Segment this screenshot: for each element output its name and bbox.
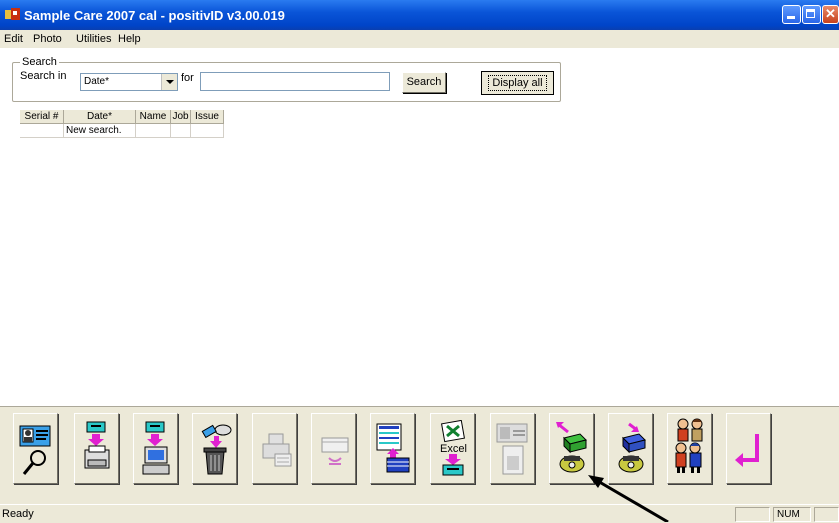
for-label: for: [181, 72, 194, 84]
undo-table-disabled-icon: [321, 437, 349, 465]
id-card-search-icon: [19, 425, 51, 475]
table-cell[interactable]: New search.: [64, 124, 136, 138]
menu-photo[interactable]: Photo: [33, 33, 62, 45]
people-group-icon: [675, 418, 703, 473]
app-window: Sample Care 2007 cal - positivID v3.00.0…: [0, 0, 839, 523]
display-all-button[interactable]: Display all: [481, 71, 554, 95]
status-bar: Ready NUM: [0, 504, 839, 523]
table-layout-icon: [376, 423, 410, 473]
column-header-name[interactable]: Name: [136, 110, 171, 124]
search-group-label: Search: [20, 56, 59, 68]
excel-export-icon: Excel: [440, 420, 467, 476]
search-field-select[interactable]: Date*: [80, 73, 178, 91]
menu-help[interactable]: Help: [118, 33, 141, 45]
id-search-button[interactable]: [13, 413, 58, 484]
search-input[interactable]: [200, 72, 390, 91]
phone-download-button[interactable]: [608, 413, 653, 484]
delete-button[interactable]: [192, 413, 237, 484]
num-lock-indicator: NUM: [773, 507, 811, 522]
close-button[interactable]: [822, 5, 839, 24]
status-panel: [814, 507, 839, 522]
phone-upload-button[interactable]: [549, 413, 594, 484]
display-all-label: Display all: [488, 75, 547, 91]
results-grid[interactable]: Serial # Date* Name Job Issue New search…: [20, 110, 230, 140]
excel-export-button[interactable]: Excel: [430, 413, 475, 484]
printer-disabled-icon: [262, 433, 292, 467]
enter-return-icon: [735, 434, 759, 467]
search-button[interactable]: Search: [402, 72, 446, 93]
menu-edit[interactable]: Edit: [4, 33, 23, 45]
send-to-pc-button[interactable]: [133, 413, 178, 484]
print-button[interactable]: [74, 413, 119, 484]
phone-upload-icon: [556, 422, 587, 473]
table-cell[interactable]: [191, 124, 224, 138]
window-title: Sample Care 2007 cal - positivID v3.00.0…: [24, 8, 285, 23]
table-cell[interactable]: [136, 124, 171, 138]
column-header-serial[interactable]: Serial #: [20, 110, 64, 124]
table-cell[interactable]: [171, 124, 191, 138]
undo-disabled-button[interactable]: [311, 413, 356, 484]
search-field-value: Date*: [84, 76, 110, 87]
enter-button[interactable]: [726, 413, 771, 484]
column-header-issue[interactable]: Issue: [191, 110, 224, 124]
minimize-button[interactable]: [782, 5, 801, 24]
id-photo-disabled-icon: [496, 423, 528, 475]
delete-trash-icon: [201, 424, 232, 475]
column-header-job[interactable]: Job: [171, 110, 191, 124]
maximize-button[interactable]: [802, 5, 821, 24]
column-header-date[interactable]: Date*: [64, 110, 136, 124]
print-to-printer-icon: [84, 421, 110, 469]
title-bar[interactable]: Sample Care 2007 cal - positivID v3.00.0…: [0, 0, 839, 30]
id-photo-disabled-button[interactable]: [490, 413, 535, 484]
people-button[interactable]: [667, 413, 712, 484]
menu-bar: Edit Photo Utilities Help: [0, 31, 839, 47]
bottom-toolbar: [0, 406, 839, 505]
layout-button[interactable]: [370, 413, 415, 484]
search-in-label: Search in: [20, 70, 67, 82]
app-icon: [5, 8, 20, 20]
chevron-down-icon[interactable]: [161, 74, 177, 90]
phone-download-icon: [618, 422, 646, 473]
table-cell[interactable]: [20, 124, 64, 138]
excel-label: Excel: [440, 443, 467, 455]
print-disabled-button[interactable]: [252, 413, 297, 484]
status-text: Ready: [2, 508, 34, 520]
menu-utilities[interactable]: Utilities: [76, 33, 111, 45]
status-panel: [735, 507, 770, 522]
send-to-computer-icon: [142, 421, 170, 475]
